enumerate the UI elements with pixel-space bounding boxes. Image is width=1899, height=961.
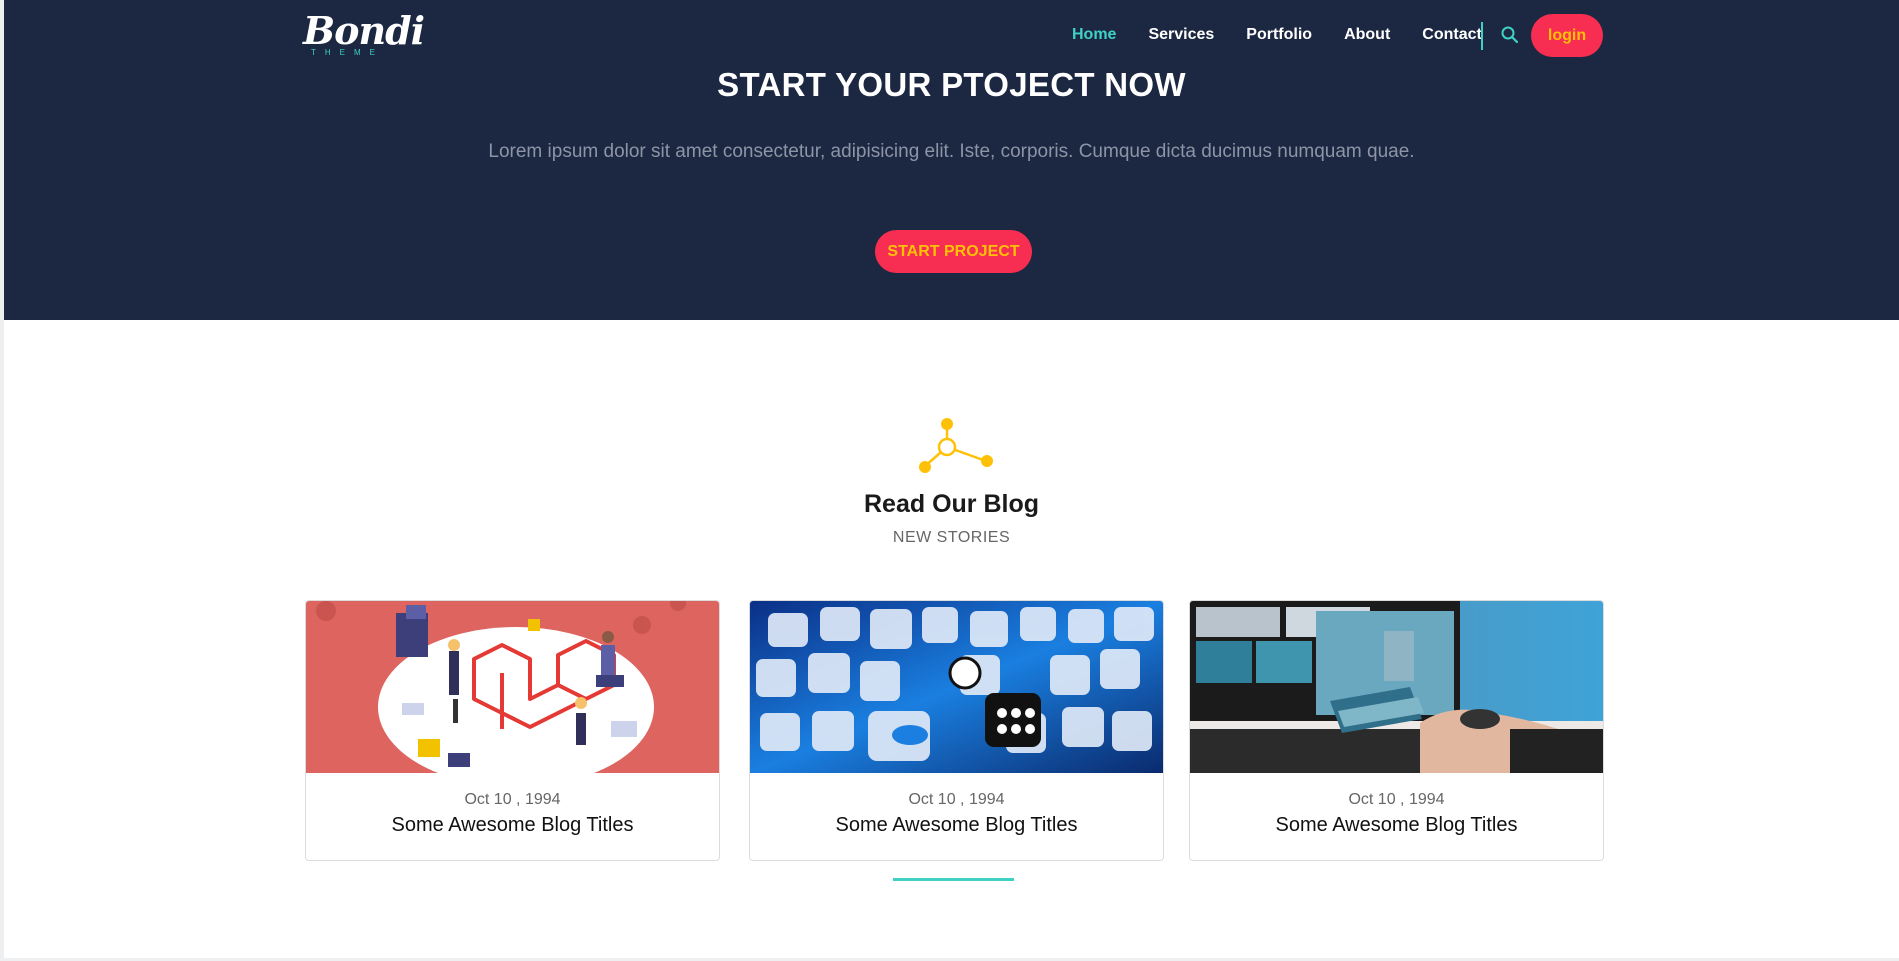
nav-portfolio[interactable]: Portfolio — [1246, 24, 1312, 46]
navbar: Bondi THEME Home Services Portfolio Abou… — [4, 0, 1899, 72]
hero-section: Bondi THEME Home Services Portfolio Abou… — [4, 0, 1899, 320]
blog-card-image-social-icons — [750, 601, 1163, 773]
nav-contact[interactable]: Contact — [1422, 24, 1482, 46]
page: Bondi THEME Home Services Portfolio Abou… — [4, 0, 1899, 958]
start-project-button[interactable]: START PROJECT — [875, 230, 1032, 273]
login-button[interactable]: login — [1531, 14, 1603, 57]
blog-card-title[interactable]: Some Awesome Blog Titles — [306, 814, 719, 837]
blog-card-2[interactable]: Oct 10 , 1994 Some Awesome Blog Titles — [749, 600, 1164, 861]
hero-title: START YOUR PTOJECT NOW — [717, 66, 1186, 103]
logo-text: Bondi — [303, 8, 425, 53]
blog-card-title[interactable]: Some Awesome Blog Titles — [750, 814, 1163, 837]
hero-text: Lorem ipsum dolor sit amet consectetur, … — [488, 141, 1415, 162]
network-icon — [919, 418, 993, 473]
blog-card-1[interactable]: Oct 10 , 1994 Some Awesome Blog Titles — [305, 600, 720, 861]
nav-services[interactable]: Services — [1148, 24, 1214, 46]
blog-subtitle: NEW STORIES — [892, 529, 1011, 546]
blog-card-date: Oct 10 , 1994 — [464, 791, 561, 808]
carousel-indicator[interactable] — [893, 878, 1014, 881]
blog-card-date: Oct 10 , 1994 — [908, 791, 1005, 808]
blog-title: Read Our Blog — [863, 490, 1039, 518]
logo-subtext: THEME — [311, 48, 384, 57]
blog-card-title[interactable]: Some Awesome Blog Titles — [1190, 814, 1603, 837]
blog-card-3[interactable]: Oct 10 , 1994 Some Awesome Blog Titles — [1189, 600, 1604, 861]
nav-about[interactable]: About — [1344, 24, 1390, 46]
menu-divider — [1481, 22, 1483, 50]
nav-home[interactable]: Home — [1072, 24, 1116, 46]
blog-card-image-computer — [1190, 601, 1603, 773]
blog-card-date: Oct 10 , 1994 — [1348, 791, 1445, 808]
blog-card-image-illustration — [306, 601, 719, 773]
main-menu: Home Services Portfolio About Contact — [1072, 24, 1514, 46]
logo[interactable]: Bondi THEME — [303, 8, 425, 64]
search-icon[interactable] — [1500, 25, 1520, 45]
